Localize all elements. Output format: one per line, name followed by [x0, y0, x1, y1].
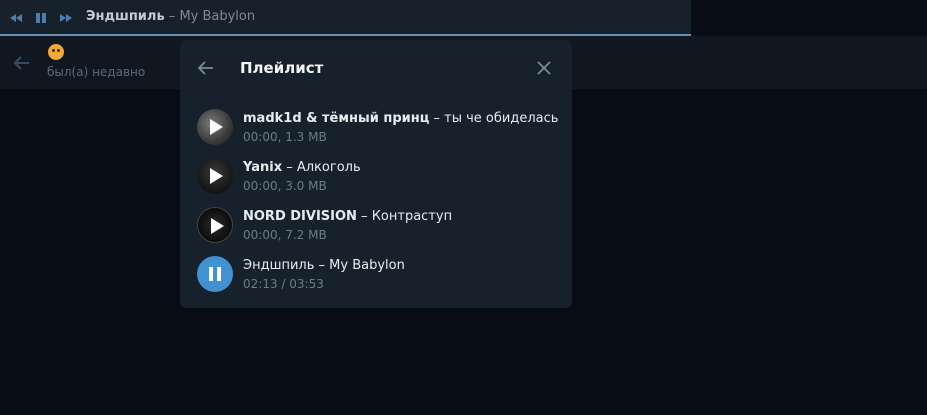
- track-artist: Эндшпиль: [243, 258, 315, 273]
- track-title: Алкоголь: [296, 160, 361, 175]
- track-artist: Yanix: [243, 160, 283, 175]
- emoji-status-icon: [48, 44, 64, 60]
- track-info: 00:00, 7.2 MB: [243, 228, 327, 242]
- play-icon: [210, 168, 223, 184]
- track-title-line: Yanix – Алкоголь: [243, 160, 361, 175]
- track-artist: NORD DIVISION: [243, 209, 357, 224]
- track-progress-time: 02:13 / 03:53: [243, 277, 324, 291]
- chat-back-button[interactable]: [12, 53, 32, 77]
- track-cover[interactable]: [197, 109, 233, 145]
- playlist-track[interactable]: madk1d & тёмный принц – ты че обиделась …: [197, 109, 558, 153]
- track-cover[interactable]: [197, 158, 233, 194]
- audio-player-bar: Эндшпиль – My Babylon: [0, 0, 691, 36]
- playlist-track[interactable]: NORD DIVISION – Контраступ 00:00, 7.2 MB: [197, 207, 557, 251]
- track-title-line: NORD DIVISION – Контраступ: [243, 209, 452, 224]
- playlist-track[interactable]: Yanix – Алкоголь 00:00, 3.0 MB: [197, 158, 557, 202]
- modal-back-button[interactable]: [196, 58, 216, 82]
- track-title: My Babylon: [329, 258, 405, 273]
- playlist-modal: Плейлист madk1d & тёмный принц – ты че о…: [180, 40, 572, 308]
- playlist-title: Плейлист: [240, 59, 324, 77]
- pause-icon: [209, 267, 213, 281]
- track-separator: –: [282, 160, 297, 175]
- next-track-icon: [60, 14, 72, 22]
- play-icon: [211, 218, 224, 234]
- play-icon: [210, 119, 223, 135]
- track-info: 00:00, 1.3 MB: [243, 130, 327, 144]
- playlist-track-active[interactable]: Эндшпиль – My Babylon 02:13 / 03:53: [197, 256, 557, 300]
- close-icon: [537, 61, 551, 75]
- track-separator: –: [314, 258, 330, 273]
- track-title-line: madk1d & тёмный принц – ты че обиделась: [243, 111, 558, 126]
- now-playing-artist: Эндшпиль: [86, 9, 165, 24]
- arrow-left-icon: [197, 61, 213, 75]
- previous-track-icon: [10, 14, 22, 22]
- now-playing-track[interactable]: Эндшпиль – My Babylon: [86, 9, 255, 24]
- previous-track-button[interactable]: [8, 10, 24, 26]
- now-playing-separator: –: [164, 9, 180, 24]
- track-separator: –: [429, 111, 445, 126]
- last-seen-status: был(а) недавно: [47, 65, 146, 79]
- track-title: Контраступ: [371, 209, 453, 224]
- track-cover[interactable]: [197, 207, 233, 243]
- track-title-line: Эндшпиль – My Babylon: [243, 258, 405, 273]
- pause-icon: [36, 13, 46, 23]
- track-info: 00:00, 3.0 MB: [243, 179, 327, 193]
- track-artist: madk1d & тёмный принц: [243, 111, 430, 126]
- track-pause-button[interactable]: [197, 256, 233, 292]
- next-track-button[interactable]: [58, 10, 74, 26]
- track-separator: –: [356, 209, 372, 224]
- arrow-left-icon: [13, 56, 29, 70]
- now-playing-title: My Babylon: [179, 9, 256, 24]
- pause-button[interactable]: [33, 10, 49, 26]
- track-title: ты че обиделась: [444, 111, 559, 126]
- modal-close-button[interactable]: [535, 59, 553, 81]
